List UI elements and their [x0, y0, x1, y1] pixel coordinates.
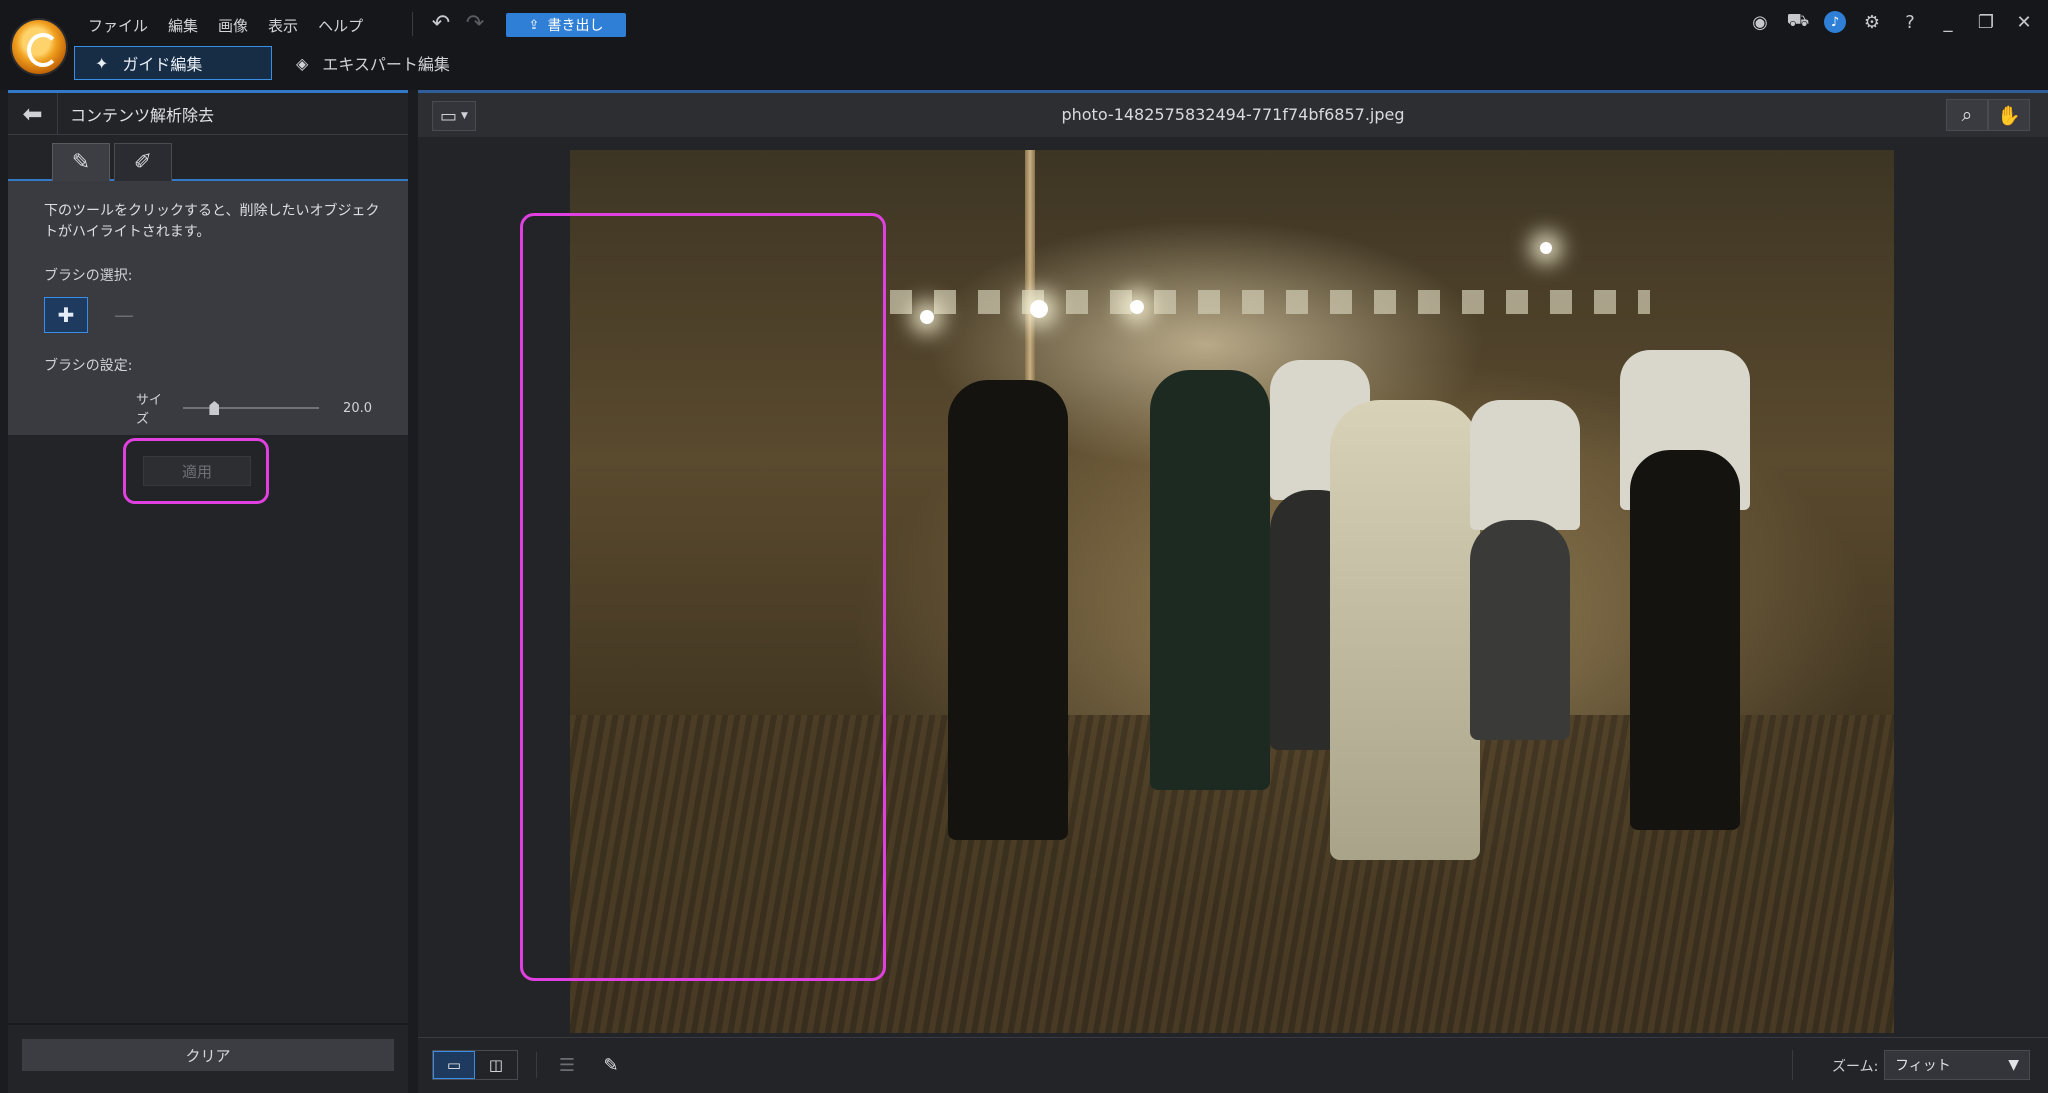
- magic-wand-icon: ✦: [95, 53, 109, 73]
- size-label: サイズ: [136, 393, 163, 427]
- menu-help[interactable]: ヘルプ: [308, 15, 373, 36]
- size-slider-track: [183, 407, 320, 409]
- subtract-brush-button[interactable]: —: [102, 297, 146, 333]
- photo-light: [1540, 242, 1552, 254]
- photo-person: [1630, 450, 1740, 830]
- photo-light: [1030, 300, 1048, 318]
- photo-person: [1150, 370, 1270, 790]
- canvas[interactable]: [418, 137, 2048, 1037]
- brush-select-label: ブラシの選択:: [44, 268, 133, 284]
- photo-person: [1470, 520, 1570, 740]
- minimize-icon[interactable]: _: [1936, 10, 1960, 34]
- zoom-divider: [1792, 1050, 1793, 1080]
- brush-settings-label: ブラシの設定:: [44, 358, 133, 374]
- size-value: 20.0: [343, 400, 372, 416]
- brush-preview-icon[interactable]: ✎: [596, 1052, 626, 1078]
- photo-person: [1330, 400, 1480, 860]
- help-icon[interactable]: ?: [1898, 10, 1922, 34]
- hand-pan-icon[interactable]: ✋: [1988, 99, 2030, 131]
- size-setting: サイズ 20.0: [44, 389, 372, 427]
- brush-icon: ✎: [71, 150, 91, 175]
- brush-minus-icon: —: [114, 303, 134, 327]
- tool-panel: ⬅ コンテンツ解析除去 ✎ ✐ 下のツールをクリックすると、削除したいオブジェク…: [8, 90, 408, 1093]
- tab-expert-edit[interactable]: ◈ エキスパート編集: [296, 46, 450, 80]
- compare-view-icon[interactable]: ◫: [475, 1051, 517, 1079]
- tab-brush-remove[interactable]: ✎: [52, 143, 110, 181]
- photo-person: [948, 380, 1068, 840]
- tab-brush-restore[interactable]: ✐: [114, 143, 172, 181]
- close-icon[interactable]: ✕: [2012, 10, 2036, 34]
- tool-tabs: ✎ ✐: [8, 135, 408, 181]
- export-label: 書き出し: [547, 18, 604, 34]
- photo-bunting: [890, 290, 1650, 314]
- layers-icon: ◈: [296, 53, 309, 73]
- menu-bar: ファイル 編集 画像 表示 ヘルプ: [78, 12, 373, 38]
- viewer-bottom-bar: ▭ ◫ ☰ ✎ ズーム: フィット ▼: [418, 1037, 2048, 1093]
- brush-selector: ✚ —: [44, 297, 372, 333]
- restore-icon[interactable]: ❐: [1974, 10, 1998, 34]
- view-mode-toggle: ▭ ◫: [432, 1050, 518, 1080]
- clear-area: クリア: [8, 1023, 408, 1093]
- export-icon: ⇪: [528, 17, 540, 33]
- title-bar: ファイル 編集 画像 表示 ヘルプ ↶ ↷ ⇪ 書き出し ✦ ガイド編集 ◈ エ…: [0, 0, 2048, 90]
- export-button[interactable]: ⇪ 書き出し: [506, 13, 626, 37]
- apply-button[interactable]: 適用: [143, 456, 251, 486]
- photo-tent-pole: [1025, 150, 1035, 390]
- apply-highlight-frame: 適用: [123, 438, 269, 504]
- menu-image[interactable]: 画像: [208, 15, 258, 36]
- zoom-value: フィット: [1895, 1058, 1951, 1074]
- bell-icon[interactable]: ♪: [1824, 11, 1846, 33]
- undo-icon[interactable]: ↶: [428, 12, 454, 38]
- tab-guided-edit-label: ガイド編集: [122, 55, 203, 74]
- app-logo-icon: [12, 20, 66, 74]
- account-icon[interactable]: ◉: [1748, 10, 1772, 34]
- redo-icon[interactable]: ↷: [462, 12, 488, 38]
- menu-file[interactable]: ファイル: [78, 15, 158, 36]
- photo-light: [920, 310, 934, 324]
- clear-button[interactable]: クリア: [22, 1039, 394, 1071]
- single-view-icon[interactable]: ▭: [433, 1051, 475, 1079]
- before-after-icon[interactable]: ☰: [552, 1052, 582, 1078]
- menu-view[interactable]: 表示: [258, 15, 308, 36]
- size-slider-handle[interactable]: [209, 401, 220, 415]
- size-slider[interactable]: [183, 401, 320, 415]
- back-arrow-icon[interactable]: ⬅: [8, 92, 58, 135]
- window-controls: ◉ ⛟ ♪ ⚙ ? _ ❐ ✕: [1748, 10, 2036, 34]
- eraser-brush-icon: ✐: [133, 150, 153, 175]
- view-tools: ⌕ ✋: [1946, 99, 2030, 131]
- panel-header: ⬅ コンテンツ解析除去: [8, 92, 408, 135]
- add-brush-button[interactable]: ✚: [44, 297, 88, 333]
- tab-guided-edit[interactable]: ✦ ガイド編集: [74, 46, 272, 80]
- cart-icon[interactable]: ⛟: [1786, 10, 1810, 34]
- file-name: photo-1482575832494-771f74bf6857.jpeg: [1061, 105, 1405, 124]
- image-viewer: ▭ ▼ photo-1482575832494-771f74bf6857.jpe…: [418, 90, 2048, 1093]
- tool-description: 下のツールをクリックすると、削除したいオブジェクトがハイライトされます。: [44, 203, 380, 240]
- bottom-divider: [536, 1052, 537, 1078]
- viewer-toolbar: ▭ ▼ photo-1482575832494-771f74bf6857.jpe…: [418, 93, 2048, 137]
- magnifier-icon[interactable]: ⌕: [1946, 99, 1988, 131]
- removal-highlight-frame: [520, 213, 886, 981]
- photo-light: [1130, 300, 1144, 314]
- chevron-down-icon: ▼: [2008, 1057, 2019, 1073]
- gear-icon[interactable]: ⚙: [1860, 10, 1884, 34]
- brush-plus-icon: ✚: [57, 303, 75, 327]
- tool-settings: 下のツールをクリックすると、削除したいオブジェクトがハイライトされます。 ブラシ…: [8, 181, 408, 435]
- menu-edit[interactable]: 編集: [158, 15, 208, 36]
- zoom-select[interactable]: フィット ▼: [1884, 1050, 2030, 1080]
- panel-title: コンテンツ解析除去: [70, 105, 215, 125]
- photo-person: [1470, 400, 1580, 530]
- menu-divider: [412, 12, 413, 36]
- zoom-label: ズーム:: [1832, 1059, 1879, 1075]
- tab-expert-edit-label: エキスパート編集: [322, 55, 450, 74]
